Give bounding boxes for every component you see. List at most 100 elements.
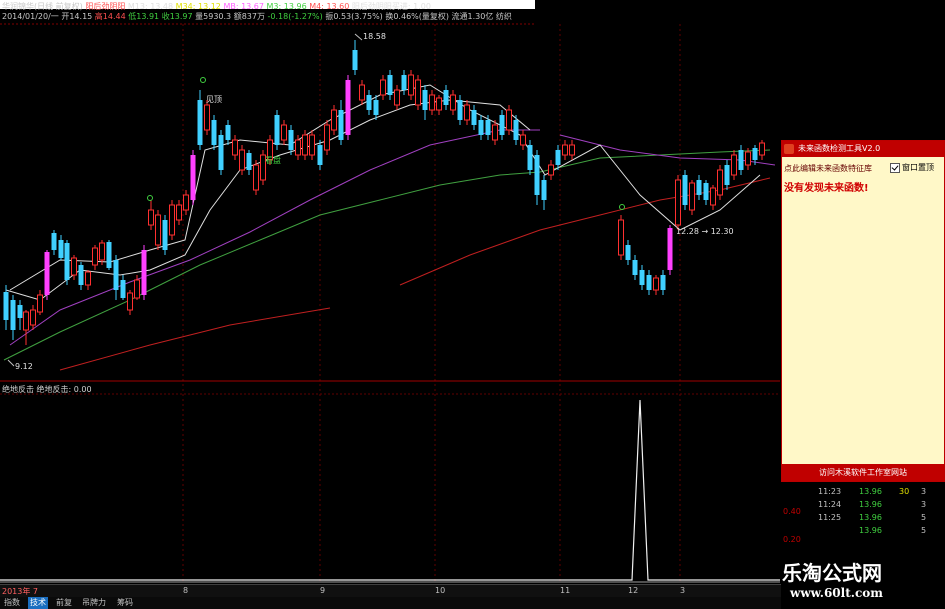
candle-body — [64, 243, 70, 280]
candle-body — [51, 233, 57, 250]
candle-body-up — [134, 279, 140, 299]
candle-body-up — [429, 94, 435, 111]
candle-body — [317, 145, 323, 165]
ma-line-green — [3, 149, 771, 361]
range-label: 12.28 → 12.30 — [676, 227, 734, 236]
candle-body-up — [731, 154, 737, 176]
watermark-url: www.60lt.com — [790, 586, 883, 600]
tab-0[interactable]: 指数 — [2, 597, 22, 609]
candle-body-up — [204, 104, 210, 131]
candle-body-up — [562, 144, 568, 156]
candle-body — [211, 120, 217, 145]
watermark-text: 乐淘公式网 — [782, 561, 882, 585]
candle-body-up — [232, 139, 238, 156]
candle-body-up — [92, 247, 98, 266]
candle-body-up — [450, 94, 456, 111]
candle-body — [10, 300, 16, 330]
candle-body-up — [394, 89, 400, 106]
buy-signal-marker — [619, 204, 625, 210]
candle-body-up — [359, 84, 365, 101]
candle-body-up — [415, 79, 421, 106]
candle-body-up — [331, 109, 337, 131]
future-function-detector-window[interactable]: 未来函数检测工具V2.0 点此编辑未来函数特征库 窗口置顶 没有发现未来函数! … — [781, 140, 945, 482]
candle-body — [246, 153, 252, 170]
date-axis-label: 9 — [320, 586, 326, 595]
candle-body-up — [759, 142, 765, 156]
candle-body-up — [492, 124, 498, 141]
candle-body-up — [569, 144, 575, 156]
high-price-label: 18.58 — [363, 32, 386, 41]
checkbox-checked-icon[interactable] — [890, 162, 900, 173]
candle-body — [58, 240, 64, 258]
date-axis-label: 11 — [560, 586, 571, 595]
tab-1[interactable]: 技术 — [28, 597, 48, 609]
candle-body — [338, 110, 344, 140]
panel-title: 未来函数检测工具V2.0 — [798, 144, 881, 153]
low-price-marker — [7, 359, 15, 367]
candle-body-up — [30, 309, 36, 326]
candle-body — [422, 90, 428, 110]
candle-body-up — [618, 219, 624, 256]
visit-website-button[interactable]: 访问木溪软件工作室网站 — [782, 464, 944, 481]
candle-body-up — [155, 214, 161, 246]
candle-body — [373, 100, 379, 115]
panel-title-bar[interactable]: 未来函数检测工具V2.0 — [782, 141, 944, 157]
candle-body — [639, 270, 645, 285]
date-axis-label: 2013年 7 — [2, 587, 38, 596]
topmost-label: 窗口置顶 — [902, 163, 934, 172]
trade-vol: 30 — [899, 487, 910, 496]
tab-4[interactable]: 筹码 — [115, 597, 135, 609]
candle-body — [443, 90, 449, 105]
candle-body-up — [85, 271, 91, 286]
candle-body — [646, 275, 652, 290]
candle-body — [3, 292, 9, 320]
candle-body — [345, 80, 351, 135]
topmost-checkbox[interactable]: 窗口置顶 — [890, 162, 934, 173]
tab-2[interactable]: 前复 — [54, 597, 74, 609]
candle-body — [218, 135, 224, 170]
candle-body-up — [99, 242, 105, 261]
candle-body-up — [380, 79, 386, 96]
candle-body — [738, 150, 744, 170]
candle-body-up — [176, 204, 182, 221]
candle-body-up — [745, 151, 751, 166]
candle-body-up — [324, 124, 330, 151]
candle-body-up — [464, 104, 470, 121]
candle-body — [120, 280, 126, 298]
candle-body — [478, 120, 484, 135]
candle-body — [534, 155, 540, 195]
app-logo-icon — [784, 144, 794, 154]
candle-body-up — [408, 74, 414, 96]
candle-body — [366, 95, 372, 110]
candle-body — [78, 265, 84, 285]
candle-body — [724, 165, 730, 185]
indicator-label: 绝地反击 绝地反击: 0.00 — [2, 385, 92, 394]
candle-body — [632, 260, 638, 275]
tab-3[interactable]: 吊牌力 — [80, 597, 108, 609]
indicator-subchart — [0, 399, 780, 581]
edit-library-link[interactable]: 点此编辑未来函数特征库 — [784, 163, 872, 174]
candle-body-up — [253, 164, 259, 191]
candle-body-up — [295, 139, 301, 156]
candle-body-up — [436, 97, 442, 111]
moving-average-lines — [3, 84, 776, 371]
candle-body-up — [281, 124, 287, 141]
candle-body — [499, 115, 505, 135]
candle-body-up — [239, 149, 245, 171]
candle-body — [555, 150, 561, 165]
candle-body — [471, 110, 477, 125]
buy-signal-marker — [147, 195, 153, 201]
trade-axis-label: 0.40 — [783, 507, 801, 516]
candle-body-up — [548, 164, 554, 176]
candle-body — [682, 175, 688, 205]
high-price-marker — [354, 33, 363, 41]
candle-body — [401, 75, 407, 90]
candle-body — [387, 75, 393, 95]
candle-body-up — [37, 294, 43, 313]
date-axis-label: 3 — [680, 586, 686, 595]
trade-axis-label: 0.20 — [783, 535, 801, 544]
candle-body-up — [183, 194, 189, 211]
candle-body-up — [710, 187, 716, 206]
candlesticks — [3, 40, 765, 345]
candle-body — [625, 245, 631, 260]
